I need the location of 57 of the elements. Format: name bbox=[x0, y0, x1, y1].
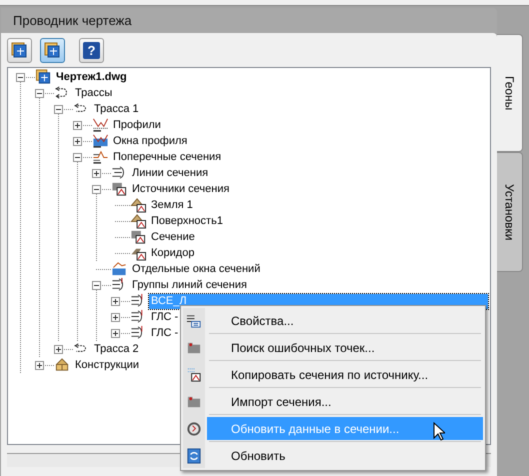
expander-toggle[interactable] bbox=[92, 168, 101, 178]
tree-item[interactable]: Поперечные сечения bbox=[111, 150, 224, 164]
section-icon bbox=[92, 149, 109, 165]
expander-toggle[interactable] bbox=[16, 72, 25, 82]
cursor-icon bbox=[433, 422, 445, 441]
expander-toggle[interactable] bbox=[73, 136, 82, 146]
tree-item[interactable]: Профили bbox=[111, 118, 163, 132]
toolbar-button[interactable] bbox=[40, 38, 65, 63]
profile-view-icon bbox=[92, 133, 109, 149]
tree-item[interactable]: Земля 1 bbox=[149, 198, 195, 212]
expander-toggle[interactable] bbox=[92, 280, 101, 290]
section-view-icon bbox=[111, 261, 128, 277]
copy-section-icon bbox=[186, 366, 202, 382]
tree-item[interactable]: Группы линий сечения bbox=[130, 278, 249, 292]
profile-icon bbox=[92, 117, 109, 133]
expander-toggle[interactable] bbox=[54, 104, 63, 114]
expander-toggle[interactable] bbox=[111, 328, 120, 338]
expander-toggle[interactable] bbox=[73, 120, 82, 130]
toolbar-button[interactable] bbox=[7, 38, 32, 63]
tree-item[interactable]: ГЛС - bbox=[149, 326, 180, 340]
surface-icon bbox=[130, 197, 147, 213]
tree-item[interactable]: Сечение bbox=[149, 230, 197, 244]
side-tab[interactable]: Установки bbox=[497, 152, 523, 272]
master-view-icon bbox=[44, 42, 61, 59]
menu-item[interactable]: Свойства... bbox=[207, 309, 483, 332]
tree-item[interactable]: Трассы bbox=[73, 86, 114, 100]
panel-title: Проводник чертежа bbox=[13, 12, 132, 30]
properties-icon bbox=[186, 312, 202, 328]
menu-item[interactable]: Импорт сечения... bbox=[207, 390, 483, 413]
menu-item[interactable]: Обновить bbox=[207, 444, 483, 467]
side-tab[interactable]: Геоны bbox=[497, 34, 523, 152]
tree-item[interactable]: Поверхность1 bbox=[149, 214, 225, 228]
tree-item[interactable]: Источники сечения bbox=[130, 182, 232, 196]
update-icon bbox=[186, 420, 202, 436]
tree-item[interactable]: Конструкции bbox=[73, 358, 142, 372]
tree-item[interactable]: Чертеж1.dwg bbox=[54, 70, 129, 84]
expander-toggle[interactable] bbox=[111, 312, 120, 322]
refresh-icon bbox=[186, 448, 202, 464]
expander-toggle[interactable] bbox=[35, 360, 44, 370]
tree-item[interactable]: Окна профиля bbox=[111, 134, 190, 148]
assembly-icon bbox=[54, 357, 71, 373]
tree-item[interactable]: Трасса 1 bbox=[92, 102, 141, 116]
expander-toggle[interactable] bbox=[54, 344, 63, 354]
expander-toggle[interactable] bbox=[73, 152, 82, 162]
menu-item[interactable]: Копировать сечения по источнику... bbox=[207, 363, 483, 386]
tree-item[interactable]: ГЛС - bbox=[149, 310, 180, 324]
surface-icon bbox=[130, 213, 147, 229]
menu-item[interactable]: Поиск ошибочных точек... bbox=[207, 336, 483, 359]
prospector-icon bbox=[11, 42, 28, 59]
tree-item[interactable]: Коридор bbox=[149, 246, 196, 260]
tree-item[interactable]: Линии сечения bbox=[130, 166, 210, 180]
tree-item[interactable]: Трасса 2 bbox=[92, 342, 141, 356]
toolbar-button[interactable]: ? bbox=[79, 38, 104, 63]
expander-toggle[interactable] bbox=[35, 88, 44, 98]
tree-item[interactable]: Отдельные окна сечений bbox=[130, 262, 262, 276]
expander-toggle[interactable] bbox=[111, 296, 120, 306]
expander-toggle[interactable] bbox=[92, 184, 101, 194]
